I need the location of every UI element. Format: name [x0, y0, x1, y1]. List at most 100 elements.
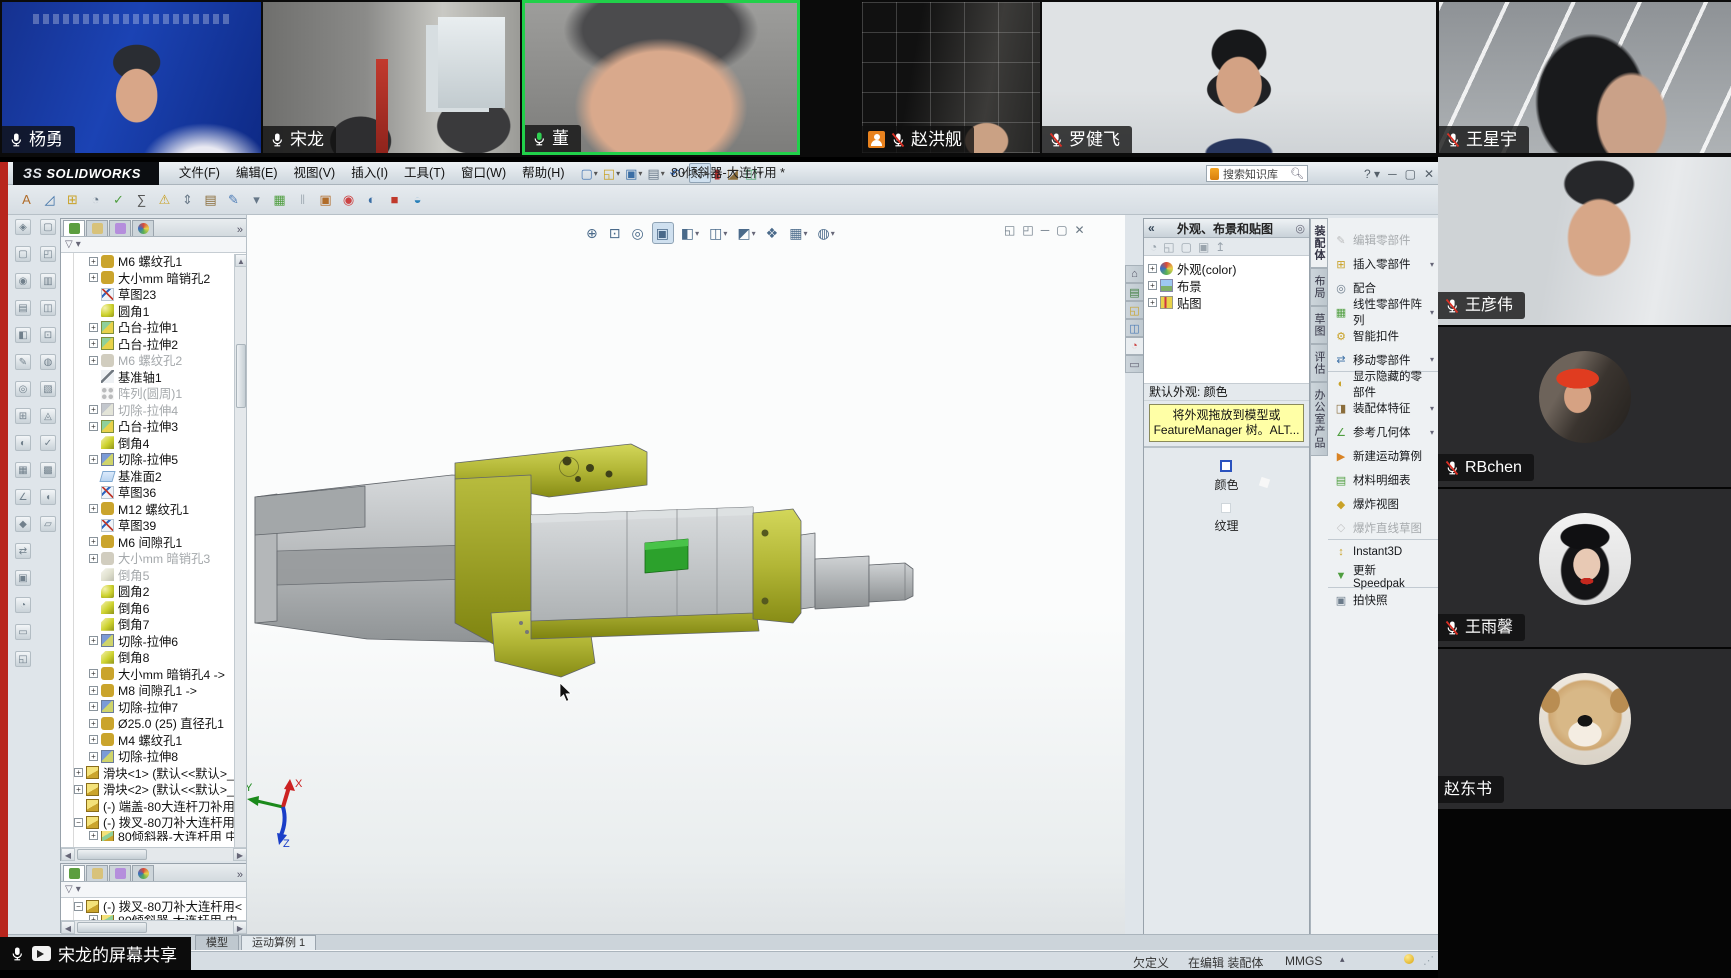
command-button[interactable]: ▼ 更新 Speedpak — [1328, 564, 1438, 588]
motion-icon[interactable]: ▣ — [317, 191, 334, 208]
feature-tree-item[interactable]: 倒角8 — [61, 649, 247, 666]
equations-icon[interactable]: ∑ — [133, 191, 150, 208]
feature-tree-item[interactable]: + 滑块<2> (默认<<默认>_显 — [61, 781, 247, 798]
expand-toggle[interactable]: + — [89, 323, 98, 332]
expand-toggle[interactable]: + — [89, 735, 98, 744]
feature-tree-item[interactable]: 草图23 — [61, 286, 247, 303]
rail-icon[interactable]: ⊞ — [15, 408, 31, 424]
expand-toggle[interactable]: + — [89, 636, 98, 645]
measure-icon[interactable]: ◿ — [41, 191, 58, 208]
interference-icon[interactable]: ⚠ — [156, 191, 173, 208]
home-tab-icon[interactable]: ⌂ — [1125, 265, 1143, 283]
print-icon[interactable]: ▤ ▾ — [645, 163, 666, 183]
scene-sphere-icon[interactable]: ◒ — [409, 191, 426, 208]
displaymanager-tab[interactable] — [132, 865, 154, 881]
scroll-left-arrow[interactable]: ◀ — [61, 921, 75, 934]
propertymanager-tab[interactable] — [86, 220, 108, 236]
feature-tree-item[interactable]: + 80倾斜器-大连杆用 中.. — [61, 831, 247, 841]
expand-toggle[interactable]: + — [89, 257, 98, 266]
expand-toggle[interactable]: + — [89, 422, 98, 431]
red-block-icon[interactable]: ■ — [386, 191, 403, 208]
feature-tree-item[interactable]: + M6 螺纹孔1 — [61, 253, 247, 270]
document-tab[interactable]: 模型 — [195, 935, 239, 950]
search-box[interactable]: 搜索知识库 🔍︎ — [1206, 165, 1308, 182]
new-folder-icon[interactable]: ▢ — [1181, 240, 1192, 254]
feature-tree-item[interactable]: + Ø25.0 (25) 直径孔1 — [61, 715, 247, 732]
graphics-viewport[interactable]: ⊕ ⊡ ◎ ▣ ◧▾ ◫▾ — [246, 215, 1125, 934]
video-tile[interactable]: 罗健飞 — [1042, 2, 1436, 153]
scroll-left-arrow[interactable]: ◀ — [61, 848, 75, 861]
menu-item[interactable]: 编辑(E) — [228, 162, 286, 184]
mic-icon[interactable] — [9, 946, 25, 962]
appearance-tree-item[interactable]: + 布景 — [1148, 277, 1307, 294]
feature-tree-item[interactable]: 倒角5 — [61, 567, 247, 584]
expand-toggle[interactable]: + — [89, 669, 98, 678]
video-tile[interactable]: RBchen — [1438, 327, 1731, 487]
scroll-right-arrow[interactable]: ▶ — [233, 921, 247, 934]
expand-toggle[interactable]: − — [74, 818, 83, 827]
command-button[interactable]: ▶ 新建运动算例 — [1328, 444, 1438, 468]
feature-tree-item[interactable]: + 切除-拉伸8 — [61, 748, 247, 765]
sw-content-tab-icon[interactable]: ▤ — [1125, 283, 1143, 301]
spell-check-icon[interactable]: A — [18, 191, 35, 208]
expand-toggle[interactable]: + — [74, 785, 83, 794]
rail-icon[interactable]: ▱ — [40, 516, 56, 532]
rail-icon[interactable]: ◬ — [40, 408, 56, 424]
undo-icon[interactable]: ↶ ▾ — [668, 163, 688, 183]
tab-overflow[interactable]: » — [237, 869, 243, 881]
feature-tree-item[interactable]: 基准面2 — [61, 468, 247, 485]
expand-toggle[interactable]: + — [89, 831, 98, 840]
rebuild-icon[interactable]: ▮ — [712, 163, 724, 183]
expand-toggle[interactable]: + — [89, 686, 98, 695]
feature-tree-item[interactable]: + 大小mm 暗销孔4 -> — [61, 666, 247, 683]
video-tile[interactable]: 宋龙 — [263, 2, 520, 153]
expand-toggle[interactable]: + — [1148, 298, 1157, 307]
select-icon[interactable]: ↖ ▾ — [689, 163, 711, 183]
rail-icon[interactable]: ◫ — [40, 300, 56, 316]
mass-properties-icon[interactable]: ⊞ — [64, 191, 81, 208]
expand-toggle[interactable]: + — [89, 339, 98, 348]
rail-icon[interactable]: ▦ — [15, 462, 31, 478]
expand-toggle[interactable]: + — [89, 455, 98, 464]
tree-filter[interactable]: ▽▾ — [61, 237, 247, 253]
resize-grip[interactable]: ⋰ — [1423, 954, 1435, 967]
options-icon[interactable]: ◫ ▾ — [743, 163, 764, 183]
feature-tree-item[interactable]: + 凸台-拉伸3 — [61, 418, 247, 435]
feature-tree-item[interactable]: + M6 间隙孔1 — [61, 534, 247, 551]
help-icon[interactable]: ? ▾ — [1364, 165, 1380, 183]
file-properties-icon[interactable]: ◪ — [725, 163, 742, 183]
command-button[interactable]: ∠ 参考几何体 ▾ — [1328, 420, 1438, 444]
feature-tree-item[interactable]: 阵列(圆周)1 — [61, 385, 247, 402]
video-tile[interactable]: 赵洪舰 — [862, 2, 1040, 153]
menu-item[interactable]: 文件(F) — [171, 162, 228, 184]
units-status[interactable]: MMGS — [1285, 954, 1322, 968]
appearance-swatch[interactable]: 颜色 — [1214, 460, 1238, 493]
feature-tree-item[interactable]: + 凸台-拉伸2 — [61, 336, 247, 353]
units-dropdown-caret[interactable]: ▴ — [1340, 954, 1345, 965]
command-button[interactable]: ▣ 拍快照 — [1328, 588, 1438, 612]
rail-icon[interactable]: ◰ — [40, 246, 56, 262]
expand-toggle[interactable]: + — [89, 702, 98, 711]
rail-icon[interactable]: ◖ — [40, 489, 56, 505]
custom-properties-tab-icon[interactable]: ◫ — [1125, 319, 1143, 337]
video-tile[interactable]: 王星宇 — [1439, 2, 1731, 153]
section-properties-icon[interactable]: ◔ — [87, 191, 104, 208]
commandmanager-tab[interactable]: 装配体 — [1311, 218, 1328, 268]
feature-tree-item[interactable]: + M8 间隙孔1 -> — [61, 682, 247, 699]
commandmanager-tab[interactable]: 草图 — [1311, 306, 1328, 344]
rail-icon[interactable]: ▤ — [15, 300, 31, 316]
feature-tree-item[interactable]: 基准轴1 — [61, 369, 247, 386]
propertymanager-tab[interactable] — [86, 865, 108, 881]
rail-icon[interactable]: ✓ — [40, 435, 56, 451]
feature-tree-item[interactable]: 草图36 — [61, 484, 247, 501]
rail-icon[interactable]: ◉ — [15, 273, 31, 289]
rail-icon[interactable]: ◍ — [40, 354, 56, 370]
feature-tree-item[interactable]: + 滑块<1> (默认<<默认>_显 — [61, 765, 247, 782]
video-tile[interactable]: 王彦伟 — [1438, 157, 1731, 325]
rail-icon[interactable]: ◧ — [15, 327, 31, 343]
appearance-swatch[interactable]: 纹理 — [1214, 503, 1238, 534]
up-level-icon[interactable]: ↥ — [1215, 240, 1225, 254]
video-tile[interactable]: 杨勇 — [2, 2, 261, 153]
curvature-icon[interactable]: ◐ — [363, 191, 380, 208]
scrollbar-thumb[interactable] — [236, 344, 246, 408]
